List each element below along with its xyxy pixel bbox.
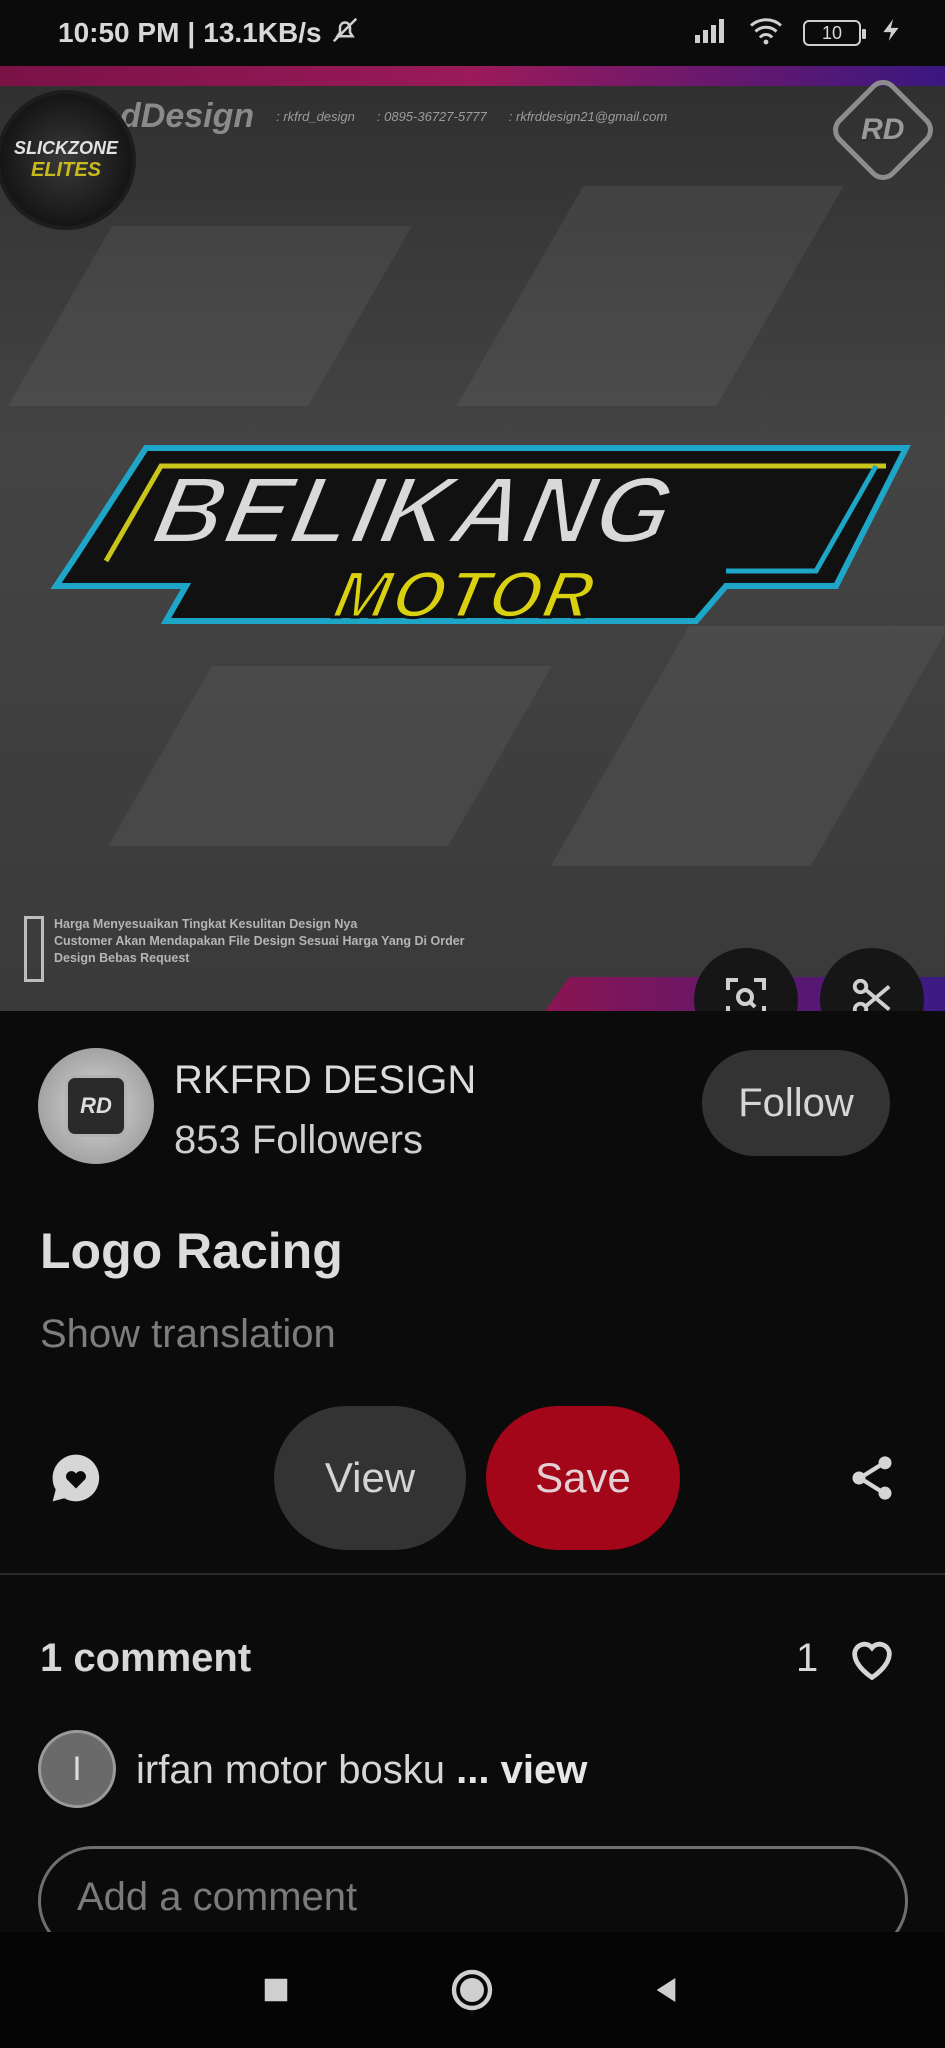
battery-level: 10: [821, 22, 843, 43]
battery-icon: 10: [803, 20, 866, 46]
note-line: Harga Menyesuaikan Tingkat Kesulitan Des…: [54, 917, 358, 931]
divider: [0, 1573, 945, 1575]
recents-button[interactable]: [248, 1962, 304, 2018]
charging-icon: [879, 16, 905, 51]
comment-reaction-icon[interactable]: [48, 1450, 104, 1506]
save-button[interactable]: Save: [486, 1406, 680, 1550]
comment-view-more[interactable]: ... view: [456, 1748, 587, 1792]
system-nav-bar: [0, 1932, 945, 2048]
note-line: Customer Akan Mendapakan File Design Ses…: [54, 934, 465, 948]
crop-button[interactable]: [820, 948, 924, 1011]
comment-item[interactable]: I irfan motor bosku ... view: [38, 1730, 918, 1810]
badge-bottom-text: ELITES: [30, 159, 101, 181]
bg-shape: [550, 626, 945, 866]
visual-search-button[interactable]: [694, 948, 798, 1011]
view-button[interactable]: View: [274, 1406, 466, 1550]
comment-like-count: 1: [796, 1636, 819, 1680]
action-row: View Save: [0, 1404, 945, 1552]
phone-number: : 0895-36727-5777: [376, 108, 487, 124]
share-icon[interactable]: [846, 1452, 898, 1504]
author-name[interactable]: RKFRD DESIGN: [174, 1058, 476, 1103]
status-bar: 10:50 PM | 13.1KB/s 10: [0, 0, 945, 66]
comment-body: irfan motor bosku: [136, 1748, 446, 1792]
instagram-handle: : rkfrd_design: [276, 108, 355, 124]
scissors-icon: [849, 975, 895, 1011]
pin-title: Logo Racing: [40, 1223, 343, 1279]
author-avatar-logo: RD: [65, 1075, 127, 1137]
author-row: RD RKFRD DESIGN 853 Followers Follow: [38, 1048, 908, 1168]
hero-footer-note: Harga Menyesuaikan Tingkat Kesulitan Des…: [24, 916, 465, 982]
signal-icon: [693, 17, 729, 50]
status-network-speed: 13.1KB/s: [203, 17, 322, 48]
badge-top-text: SLICKZONE: [13, 138, 118, 158]
status-time: 10:50 PM: [58, 17, 180, 48]
note-bar: [24, 916, 44, 982]
status-separator: |: [187, 17, 196, 48]
show-translation-link[interactable]: Show translation: [40, 1312, 336, 1357]
comments-count: 1 comment: [40, 1636, 252, 1680]
back-button[interactable]: [638, 1962, 694, 2018]
pin-image[interactable]: dDesign : rkfrd_design : 0895-36727-5777…: [0, 66, 945, 1011]
bg-shape: [8, 226, 412, 406]
racing-logo: BELIKANG MOTOR: [36, 436, 916, 646]
slickzone-badge: SLICKZONE ELITES: [0, 90, 136, 230]
brand-script: dDesign: [120, 96, 255, 135]
author-avatar[interactable]: RD: [38, 1048, 154, 1164]
heart-icon[interactable]: [846, 1634, 898, 1682]
follower-count: 853 Followers: [174, 1118, 424, 1162]
commenter-avatar[interactable]: I: [38, 1730, 116, 1808]
lens-search-icon: [722, 974, 770, 1011]
rd-logo-text: RD: [861, 113, 905, 146]
logo-subtitle: MOTOR: [327, 556, 605, 633]
follow-button[interactable]: Follow: [702, 1050, 890, 1156]
home-button[interactable]: [444, 1962, 500, 2018]
bg-shape: [456, 186, 844, 406]
hero-top-band: [0, 66, 945, 86]
wifi-icon: [747, 15, 785, 52]
comment-text: irfan motor bosku ... view: [136, 1748, 587, 1793]
logo-title: BELIKANG: [143, 455, 687, 566]
note-line: Design Bebas Request: [54, 951, 190, 965]
bg-shape: [108, 666, 552, 846]
hero-brand-bar: dDesign : rkfrd_design : 0895-36727-5777…: [0, 86, 945, 146]
bell-off-icon: [330, 15, 360, 52]
email-address: : rkfrddesign21@gmail.com: [508, 108, 668, 124]
